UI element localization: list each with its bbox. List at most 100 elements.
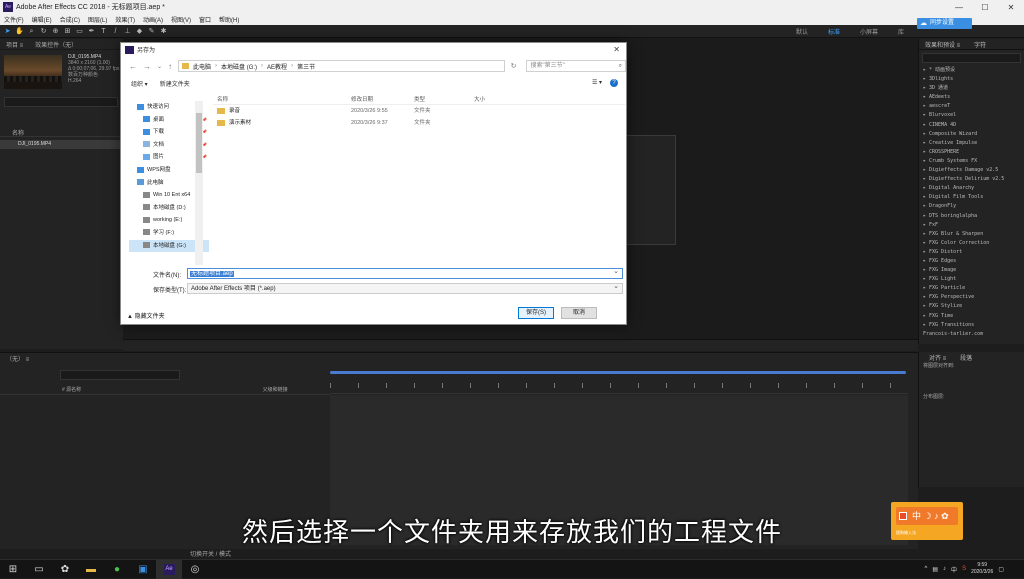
source-name-column[interactable]: # 源名称 (62, 387, 81, 393)
effect-category-item[interactable]: ▸ Creative Impulse (923, 139, 1024, 148)
effect-category-item[interactable]: ▸ FXG Image (923, 266, 1024, 275)
refresh-icon[interactable]: ↻ (511, 62, 517, 70)
project-column-name[interactable]: 名称 (0, 128, 123, 137)
filetype-select[interactable]: Adobe After Effects 项目 (*.aep) (187, 282, 623, 294)
menu-animation[interactable]: 动画(A) (143, 15, 163, 24)
column-name[interactable]: 名称 (213, 95, 351, 104)
effect-category-item[interactable]: ▸ FXG Time (923, 312, 1024, 321)
task-view-icon[interactable]: ▭ (26, 560, 52, 579)
file-explorer-icon[interactable]: ▬ (78, 560, 104, 579)
breadcrumb-drive-g[interactable]: 本地磁盘 (G:) (221, 62, 257, 71)
effect-category-item[interactable]: ▸ FXG Light (923, 275, 1024, 284)
save-button[interactable]: 保存(S) (518, 307, 554, 319)
eraser-tool-icon[interactable]: ◆ (135, 27, 144, 36)
effect-category-item[interactable]: ▸ aescreT (923, 102, 1024, 111)
volume-icon[interactable]: ♪ (943, 566, 946, 572)
work-area-bar[interactable] (330, 371, 906, 374)
effect-category-item[interactable]: ▸ Digieffects Damage v2.5 (923, 166, 1024, 175)
effect-category-item[interactable]: ▸ DragonFly (923, 202, 1024, 211)
maximize-button[interactable]: ☐ (972, 3, 998, 12)
effect-category-item[interactable]: ▸ Composite Wizard (923, 130, 1024, 139)
effect-category-item[interactable]: ▸ AEdeets (923, 93, 1024, 102)
ime-widget[interactable]: 中 ☽ ♪ ✿ 搜狗输入法 (891, 502, 963, 540)
type-tool-icon[interactable]: T (99, 27, 108, 36)
column-size[interactable]: 大小 (474, 95, 514, 104)
effect-category-item[interactable]: ▸ CROSSPHERE (923, 148, 1024, 157)
app-blue-icon[interactable]: ▣ (130, 560, 156, 579)
address-bar[interactable]: 此电脑 › 本地磁盘 (G:) › AE教程 › 第三节 (178, 60, 505, 72)
new-composition-placeholder[interactable] (626, 135, 676, 245)
effect-category-item[interactable]: ▸ FXG Perspective (923, 293, 1024, 302)
time-ruler[interactable] (330, 366, 908, 394)
effects-search-input[interactable] (922, 53, 1021, 63)
after-effects-taskbar-icon[interactable]: Ae (156, 559, 182, 579)
dialog-close-icon[interactable]: ✕ (613, 45, 620, 54)
list-item[interactable]: 演示素材 2020/3/26 9:37 文件夹 (213, 117, 625, 129)
pen-tool-icon[interactable]: ✒ (87, 27, 96, 36)
effect-category-item[interactable]: ▸ FXG Stylize (923, 302, 1024, 311)
effect-category-item[interactable]: ▸ Blurvoxel (923, 111, 1024, 120)
breadcrumb-section-three[interactable]: 第三节 (297, 62, 315, 71)
effect-category-item[interactable]: ▸ Digieffects Delirium v2.5 (923, 175, 1024, 184)
tab-effect-controls[interactable]: 效果控件（无） (35, 40, 77, 49)
effect-category-item[interactable]: ▸ CINEMA 4D (923, 121, 1024, 130)
effect-category-item[interactable]: ▸ FXG Color Correction (923, 239, 1024, 248)
menu-file[interactable]: 文件(F) (4, 15, 24, 24)
scrollbar-thumb[interactable] (196, 113, 202, 173)
parent-column[interactable]: 父级和链接 (263, 387, 288, 393)
effect-category-item[interactable]: ▸ * 动画预设 (923, 66, 1024, 75)
timeline-search-input[interactable] (60, 370, 180, 380)
notification-icon[interactable]: ▢ (998, 566, 1004, 573)
cancel-button[interactable]: 取消 (561, 307, 597, 319)
roto-tool-icon[interactable]: ✎ (147, 27, 156, 36)
menu-effect[interactable]: 效果(T) (115, 15, 135, 24)
effect-category-item[interactable]: Francois-tarlier.com (923, 330, 1024, 339)
minimize-button[interactable]: — (946, 3, 972, 12)
column-type[interactable]: 类型 (414, 95, 474, 104)
effect-category-item[interactable]: ▸ FXG Particle (923, 284, 1024, 293)
tab-paragraph[interactable]: 段落 (960, 353, 972, 362)
rectangle-tool-icon[interactable]: ▭ (75, 27, 84, 36)
effect-category-item[interactable]: ▸ FxF (923, 221, 1024, 230)
effect-category-item[interactable]: ▸ FXG Distort (923, 248, 1024, 257)
effect-category-item[interactable]: ▸ Digital Anarchy (923, 184, 1024, 193)
menu-edit[interactable]: 编辑(E) (32, 15, 52, 24)
tab-align[interactable]: 对齐 ≡ (929, 353, 946, 362)
hide-folders-button[interactable]: ▲ 隐藏文件夹 (127, 311, 165, 320)
rotate-tool-icon[interactable]: ↻ (39, 27, 48, 36)
workspace-small-screen[interactable]: 小屏幕 (860, 27, 878, 36)
breadcrumb-this-pc[interactable]: 此电脑 (193, 62, 211, 71)
menu-help[interactable]: 帮助(H) (219, 15, 239, 24)
brush-tool-icon[interactable]: / (111, 27, 120, 36)
zoom-tool-icon[interactable]: ⌕ (27, 27, 36, 36)
pan-behind-tool-icon[interactable]: ⊞ (63, 27, 72, 36)
effect-category-item[interactable]: ▸ 3D 通道 (923, 84, 1024, 93)
recent-chevron-icon[interactable]: ⌄ (157, 63, 162, 70)
effect-category-item[interactable]: ▸ FXG Transitions (923, 321, 1024, 330)
effect-category-item[interactable]: ▸ DTS boringlalpha (923, 212, 1024, 221)
project-item[interactable]: DJI_0195.MP4 (0, 140, 123, 149)
ime-tray-icon[interactable]: S (962, 566, 966, 572)
network-icon[interactable]: ▤ (932, 566, 938, 573)
effect-category-item[interactable]: ▸ FXG Blur & Sharpen (923, 230, 1024, 239)
back-arrow-icon[interactable]: ← (129, 62, 137, 71)
close-button[interactable]: ✕ (998, 3, 1024, 12)
app-camera-icon[interactable]: ◎ (182, 560, 208, 579)
hand-tool-icon[interactable]: ✋ (15, 27, 24, 36)
toggle-switches-modes[interactable]: 切换开关 / 模式 (190, 549, 490, 558)
breadcrumb-ae-tutorial[interactable]: AE教程 (267, 62, 287, 71)
selection-tool-icon[interactable]: ➤ (3, 27, 12, 36)
puppet-tool-icon[interactable]: ✱ (159, 27, 168, 36)
navigation-scrollbar[interactable] (195, 101, 203, 265)
project-search-input[interactable] (4, 97, 118, 107)
workspace-default[interactable]: 默认 (796, 27, 808, 36)
tab-character[interactable]: 字符 (974, 40, 986, 49)
filename-input[interactable]: 无标题项目.aep (187, 267, 623, 279)
view-options-icon[interactable]: ☰ ▾ (592, 79, 602, 87)
clock[interactable]: 9:59 2020/3/26 (971, 562, 993, 576)
sync-settings-button[interactable]: 同步设置 (917, 18, 972, 29)
help-icon[interactable]: ? (610, 79, 618, 87)
effect-category-item[interactable]: ▸ FXG Edges (923, 257, 1024, 266)
input-language[interactable]: 中 (951, 565, 957, 574)
organize-menu[interactable]: 组织 ▾ (131, 79, 148, 88)
